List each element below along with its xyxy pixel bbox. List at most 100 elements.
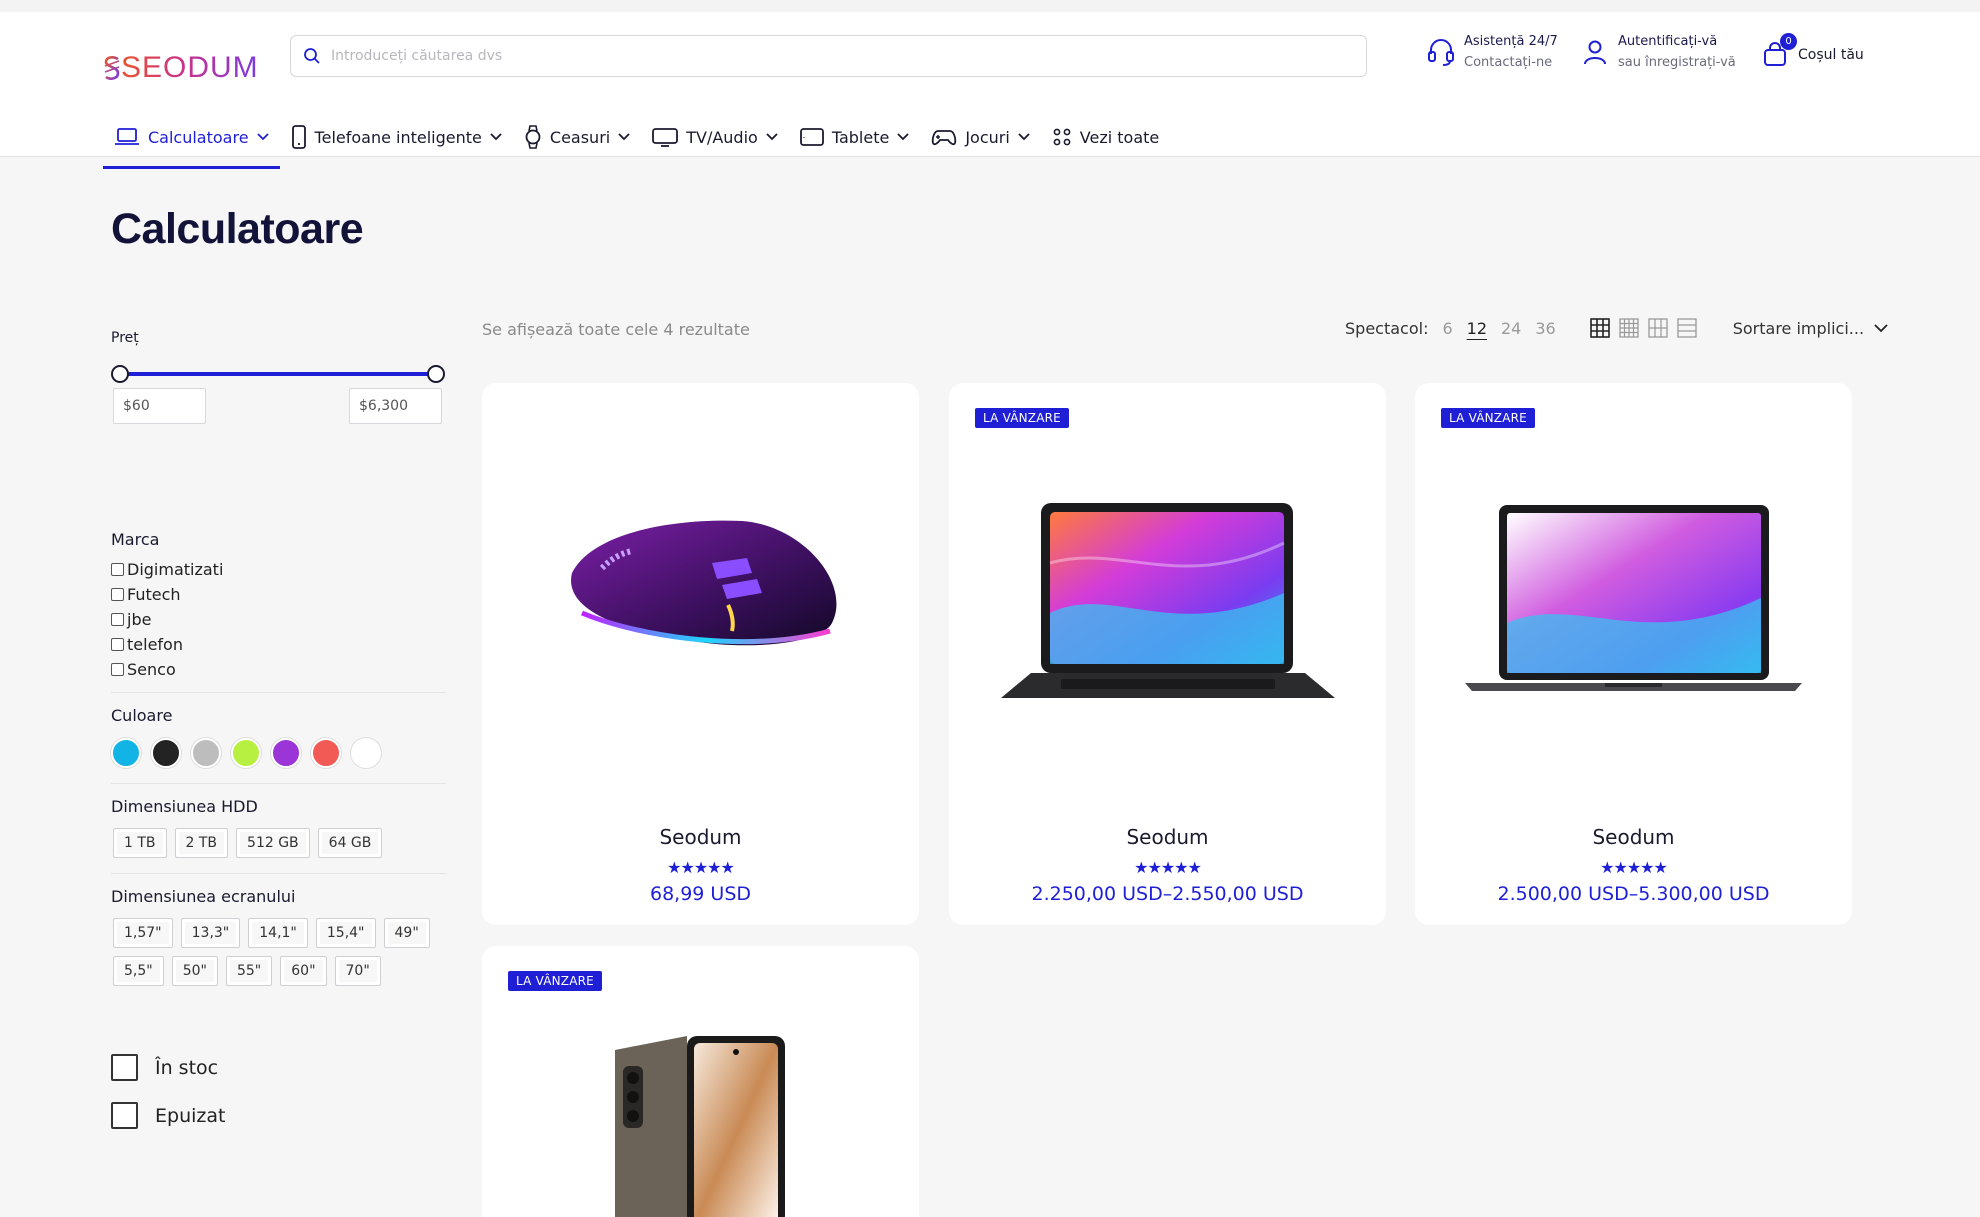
grid-4-icon[interactable] [1619,318,1639,338]
rating-stars: ★★★★★ [1600,858,1668,877]
hdd-chip[interactable]: 1 TB [113,828,167,858]
product-card[interactable]: Seodum ★★★★★ 68,99 USD [482,383,919,925]
grid-3-icon[interactable] [1589,318,1610,338]
chevron-down-icon [1018,133,1030,141]
divider [111,783,446,784]
nav-label: Tablete [831,127,890,147]
nav-label: Vezi toate [1079,127,1160,147]
nav-label: TV/Audio [686,127,758,147]
support-title: Asistență 24/7 [1464,34,1558,49]
gaming-mouse-image [571,520,837,646]
screen-chip[interactable]: 49" [383,918,430,948]
screen-chip[interactable]: 70" [334,956,381,986]
login-link[interactable]: Autentificați-vă sau înregistrați-vă [1582,34,1736,70]
per-page-option[interactable]: 36 [1535,319,1555,338]
checkbox[interactable] [111,563,124,576]
screen-chip[interactable]: 50" [171,956,218,986]
grid-dots-icon [1053,128,1071,146]
login-title: Autentificați-vă [1618,34,1718,49]
brand-filter-label: Marca [111,530,160,549]
hdd-chip[interactable]: 64 GB [317,828,383,858]
color-swatch[interactable] [271,738,301,768]
per-page-option[interactable]: 6 [1442,319,1452,338]
nav-item-games[interactable]: Jocuri [920,107,1040,167]
product-card[interactable]: LA VÂNZARE Seodum ★★★★★ 2.500,00 USD–5.3… [1415,383,1852,925]
per-page-option-selected[interactable]: 12 [1467,319,1487,338]
nav-item-tv-audio[interactable]: TV/Audio [641,107,789,167]
page-title: Calculatoare [111,205,364,253]
color-swatch[interactable] [111,738,141,768]
per-page-option[interactable]: 24 [1501,319,1521,338]
checkbox[interactable] [111,1102,138,1129]
sold-out-filter[interactable]: Epuizat [111,1102,225,1129]
screen-chip[interactable]: 15,4" [315,918,376,948]
grid-2-icon[interactable] [1648,318,1668,338]
search-bar[interactable] [290,35,1367,77]
logo[interactable]: SEODUM [103,42,259,94]
shop-toolbar: Spectacol: 6 12 24 36 Sortare implici... [1345,318,1888,338]
nav-item-phones[interactable]: Telefoane inteligente [280,107,513,167]
price-max-input[interactable]: $6,300 [349,388,442,424]
color-swatch[interactable] [231,738,261,768]
cart-link[interactable]: Coșul tău [1762,42,1864,68]
color-swatch[interactable] [151,738,181,768]
product-name[interactable]: Seodum [949,825,1386,849]
brand-option[interactable]: jbe [111,607,223,632]
screen-options-row1: 1,57" 13,3" 14,1" 15,4" 49" [113,918,430,948]
results-count: Se afișează toate cele 4 rezultate [482,320,750,339]
support-sub: Contactați-ne [1464,55,1553,70]
login-sub: sau înregistrați-vă [1618,55,1736,70]
hdd-chip[interactable]: 512 GB [236,828,310,858]
search-input[interactable] [331,48,1331,64]
tablet-icon [799,128,824,146]
screen-filter-label: Dimensiunea ecranului [111,887,296,906]
brand-option[interactable]: Senco [111,657,223,682]
product-name[interactable]: Seodum [1415,825,1852,849]
checkbox[interactable] [111,613,124,626]
chevron-down-icon [618,133,630,141]
color-swatch[interactable] [351,738,381,768]
screen-chip[interactable]: 60" [280,956,327,986]
checkbox[interactable] [111,663,124,676]
brand-name: Digimatizati [127,560,224,579]
watch-icon [525,125,541,149]
screen-chip[interactable]: 14,1" [248,918,308,948]
support-link[interactable]: Asistență 24/7 Contactați-ne [1426,34,1558,70]
product-card[interactable]: LA VÂNZARE [482,946,919,1217]
rating-stars: ★★★★★ [1134,858,1202,877]
brand-option[interactable]: Futech [111,582,223,607]
chevron-down-icon [897,133,909,141]
screen-chip[interactable]: 13,3" [180,918,241,948]
nav-item-watches[interactable]: Ceasuri [513,107,641,167]
nav-label: Calculatoare [148,127,249,147]
screen-chip[interactable]: 1,57" [113,918,173,948]
screen-options-row2: 5,5" 50" 55" 60" 70" [113,956,381,986]
checkbox[interactable] [111,638,124,651]
checkbox[interactable] [111,588,124,601]
nav-item-tablets[interactable]: Tablete [789,107,921,167]
price-max-handle[interactable] [427,365,445,383]
screen-chip[interactable]: 5,5" [113,956,164,986]
color-swatch[interactable] [191,738,221,768]
color-swatch[interactable] [311,738,341,768]
price-filter-label: Preț [111,330,139,346]
hdd-filter-label: Dimensiunea HDD [111,797,258,816]
nav-item-computers[interactable]: Calculatoare [103,107,280,169]
price-range-slider[interactable] [111,365,445,385]
checkbox[interactable] [111,1054,138,1081]
screen-chip[interactable]: 55" [225,956,273,986]
nav-item-view-all[interactable]: Vezi toate [1041,107,1170,167]
brand-filter: Marca Digimatizati Futech jbe telefon Se… [111,530,223,682]
layout-switcher [1589,318,1697,338]
list-view-icon[interactable] [1677,318,1697,338]
hdd-chip[interactable]: 2 TB [174,828,229,858]
brand-option[interactable]: Digimatizati [111,557,223,582]
product-card[interactable]: LA VÂNZARE Seodum ★★★★★ 2.250,00 USD–2.5… [949,383,1386,925]
in-stock-filter[interactable]: În stoc [111,1054,218,1081]
brand-option[interactable]: telefon [111,632,223,657]
sale-badge: LA VÂNZARE [1441,408,1535,428]
sort-dropdown[interactable]: Sortare implici... [1733,319,1888,338]
product-name[interactable]: Seodum [482,825,919,849]
price-min-input[interactable]: $60 [113,388,206,424]
price-min-handle[interactable] [111,365,129,383]
